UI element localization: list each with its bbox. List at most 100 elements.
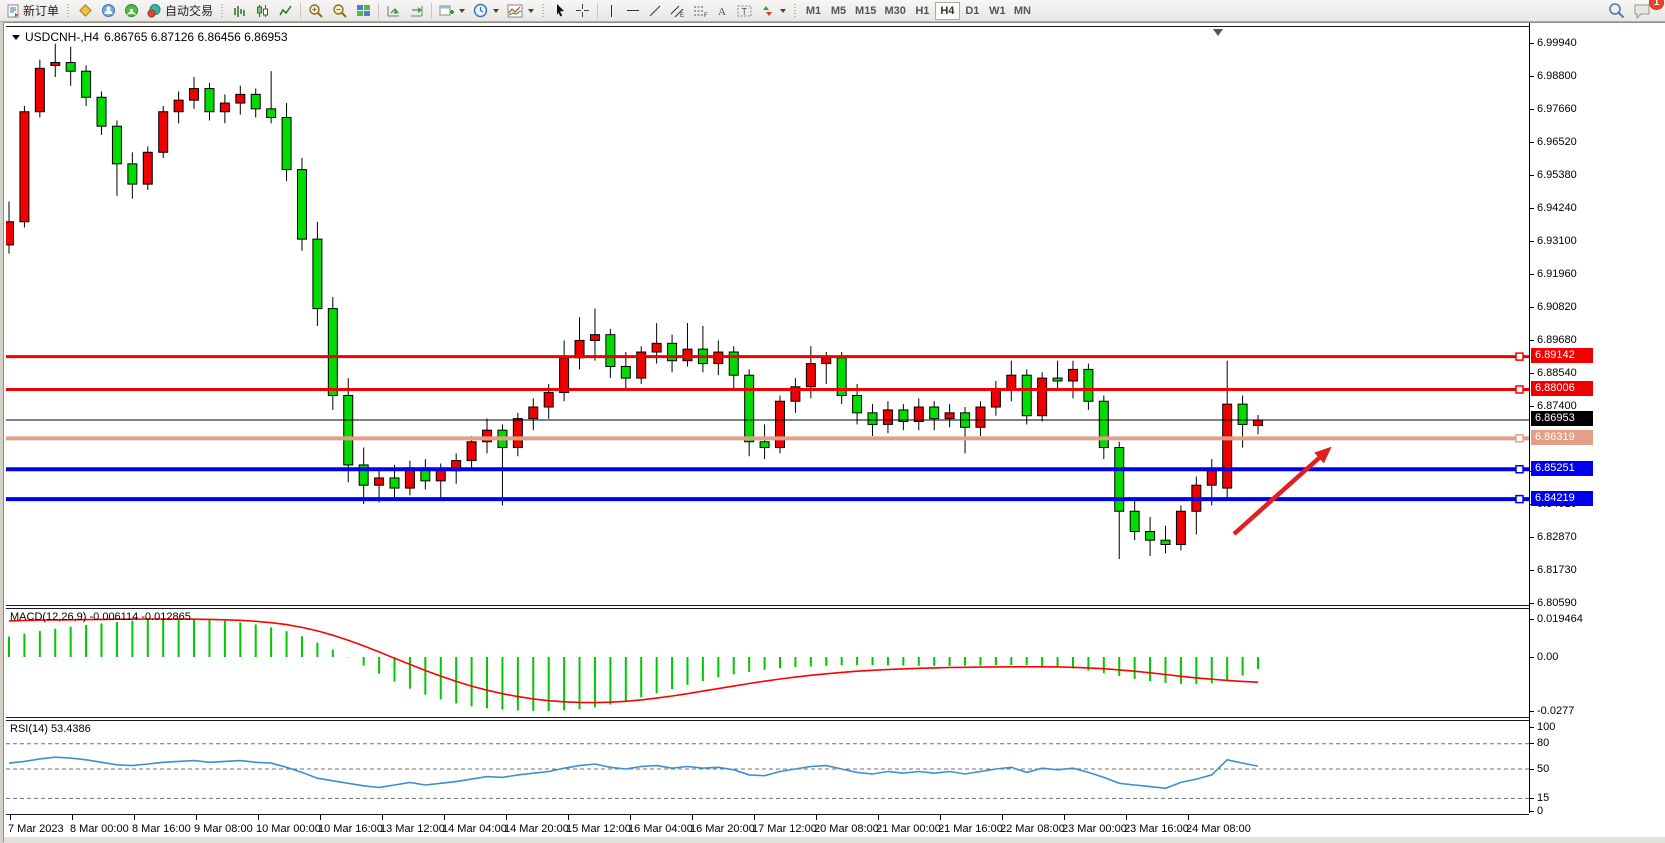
vertical-line-icon	[605, 4, 618, 18]
candle-body	[1176, 511, 1185, 544]
text-label-icon: T	[737, 4, 752, 18]
rsi-indicator-pane[interactable]: RSI(14) 53.4386	[6, 720, 1529, 815]
autotrading-button[interactable]: 自动交易	[143, 1, 217, 21]
price-tick-mark	[1530, 619, 1534, 620]
timeframe-button-w1[interactable]: W1	[985, 2, 1010, 20]
equidistant-channel-icon: E	[670, 4, 685, 18]
chart-shift-button[interactable]	[405, 1, 428, 21]
price-tick-label: 6.88540	[1537, 367, 1577, 379]
time-tick-label: 21 Mar 16:00	[938, 823, 1003, 835]
candle-body	[97, 97, 106, 126]
time-tick-mark	[940, 815, 941, 820]
price-tick-mark	[1530, 43, 1534, 44]
chart-symbol-period: USDCNH-,H4	[25, 30, 99, 44]
price-axis[interactable]: 6.999406.988006.976606.965206.953806.942…	[1529, 23, 1665, 813]
rsi-name: RSI(14)	[10, 723, 48, 735]
dropdown-caret	[459, 9, 465, 13]
time-tick-label: 10 Mar 16:00	[318, 823, 383, 835]
timeframe-button-mn[interactable]: MN	[1010, 2, 1035, 20]
timeframe-button-m5[interactable]: M5	[826, 2, 851, 20]
arrows-button[interactable]	[756, 1, 790, 21]
timeframe-button-h1[interactable]: H1	[910, 2, 935, 20]
time-axis[interactable]: 7 Mar 20238 Mar 00:008 Mar 16:009 Mar 08…	[6, 815, 1529, 837]
zoom-out-button[interactable]	[328, 1, 352, 21]
price-tick-label: 0.019464	[1537, 613, 1583, 625]
line-anchor-marker[interactable]	[1516, 496, 1523, 503]
timeframe-button-d1[interactable]: D1	[960, 2, 985, 20]
price-tick-label: 0.00	[1537, 651, 1558, 663]
candlestick-chart-button[interactable]	[251, 1, 274, 21]
search-button[interactable]	[1604, 1, 1629, 21]
line-anchor-marker[interactable]	[1516, 353, 1523, 360]
trend-arrow-object[interactable]	[1234, 450, 1328, 534]
rsi-line	[9, 757, 1258, 788]
vertical-line-button[interactable]	[601, 1, 622, 21]
macd-values: -0.006114 -0.012865	[89, 611, 190, 623]
time-tick-label: 20 Mar 08:00	[814, 823, 879, 835]
line-anchor-marker[interactable]	[1516, 435, 1523, 442]
crosshair-button[interactable]	[571, 1, 594, 21]
candle-body	[251, 94, 260, 108]
price-tick-mark	[1530, 657, 1534, 658]
line-anchor-marker[interactable]	[1516, 466, 1523, 473]
new-order-button[interactable]: 新订单	[2, 1, 63, 21]
equidistant-channel-button[interactable]: E	[666, 1, 689, 21]
price-tick-mark	[1530, 76, 1534, 77]
dropdown-caret	[493, 9, 499, 13]
trendline-button[interactable]	[644, 1, 666, 21]
dropdown-caret	[528, 9, 534, 13]
price-tick-label: 6.98800	[1537, 70, 1577, 82]
line-anchor-marker[interactable]	[1516, 386, 1523, 393]
candle-body	[1146, 532, 1155, 541]
auto-scroll-button[interactable]	[382, 1, 405, 21]
indicators-button[interactable]	[503, 1, 538, 21]
dropdown-caret	[780, 9, 786, 13]
text-label-button[interactable]: T	[733, 1, 756, 21]
time-tick-mark	[754, 815, 755, 820]
line-chart-button[interactable]	[274, 1, 297, 21]
bar-chart-button[interactable]	[228, 1, 251, 21]
notifications-button[interactable]: 1	[1629, 1, 1655, 21]
candle-body	[112, 126, 121, 164]
time-tick-label: 14 Mar 20:00	[504, 823, 569, 835]
timeframe-button-m30[interactable]: M30	[880, 2, 909, 20]
time-tick-label: 10 Mar 00:00	[256, 823, 321, 835]
time-tick-label: 23 Mar 00:00	[1062, 823, 1127, 835]
timeframe-button-m1[interactable]: M1	[801, 2, 826, 20]
new-chart-button[interactable]	[435, 1, 469, 21]
chart-menu-icon[interactable]	[12, 35, 20, 40]
time-tick-mark	[568, 815, 569, 820]
chart-shift-marker-icon[interactable]	[1213, 29, 1223, 36]
tile-windows-button[interactable]	[352, 1, 375, 21]
community-button[interactable]	[97, 1, 120, 21]
time-tick-mark	[692, 815, 693, 820]
market-button[interactable]	[74, 1, 97, 21]
candle-body	[1007, 375, 1016, 389]
chart-title: USDCNH-,H4 6.86765 6.87126 6.86456 6.869…	[12, 30, 288, 44]
time-tick-mark	[1064, 815, 1065, 820]
text-button[interactable]: A	[712, 1, 733, 21]
price-tick-mark	[1530, 340, 1534, 341]
cursor-button[interactable]	[549, 1, 571, 21]
svg-text:F: F	[704, 13, 708, 18]
time-tick-label: 7 Mar 2023	[8, 823, 64, 835]
zoom-in-button[interactable]	[304, 1, 328, 21]
macd-indicator-pane[interactable]: MACD(12,26,9) -0.006114 -0.012865	[6, 608, 1529, 718]
candle-body	[652, 343, 661, 352]
svg-text:E: E	[680, 13, 684, 18]
price-tick-label: 6.99940	[1537, 37, 1577, 49]
autotrading-icon	[147, 3, 162, 18]
candle-body	[760, 442, 769, 448]
price-tick-label: 6.93100	[1537, 235, 1577, 247]
cursor-icon	[553, 3, 567, 18]
signals-button[interactable]	[120, 1, 143, 21]
horizontal-line-button[interactable]	[622, 1, 644, 21]
candle-body	[668, 343, 677, 360]
timeframe-button-m15[interactable]: M15	[851, 2, 880, 20]
fibonacci-button[interactable]: F	[689, 1, 712, 21]
rsi-value: 53.4386	[51, 723, 91, 735]
period-button[interactable]	[469, 1, 503, 21]
timeframe-button-h4[interactable]: H4	[935, 2, 960, 20]
price-chart-pane[interactable]: USDCNH-,H4 6.86765 6.87126 6.86456 6.869…	[6, 26, 1529, 606]
candle-body	[806, 364, 815, 387]
